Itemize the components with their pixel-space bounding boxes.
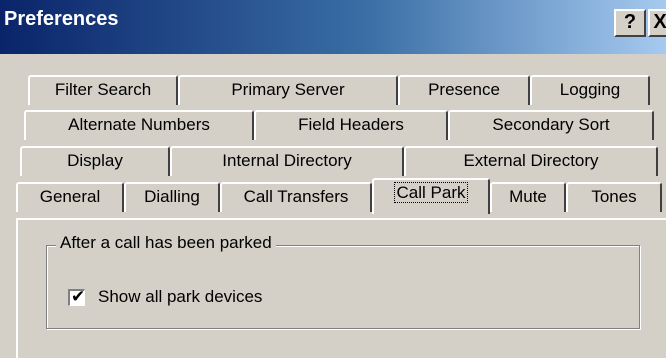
tab-tones[interactable]: Tones xyxy=(566,182,662,212)
tab-general[interactable]: General xyxy=(16,182,124,212)
tab-call-park[interactable]: Call Park xyxy=(372,178,490,214)
tab-external-directory[interactable]: External Directory xyxy=(404,146,658,176)
close-button[interactable]: X xyxy=(648,9,666,37)
tab-primary-server[interactable]: Primary Server xyxy=(178,75,398,105)
call-park-panel: After a call has been parked ✔ Show all … xyxy=(16,218,666,358)
tab-secondary-sort[interactable]: Secondary Sort xyxy=(448,110,654,140)
tab-filter-search[interactable]: Filter Search xyxy=(28,75,178,105)
help-button[interactable]: ? xyxy=(614,9,646,37)
tab-call-transfers[interactable]: Call Transfers xyxy=(220,182,372,212)
tab-display[interactable]: Display xyxy=(20,146,170,176)
show-all-park-devices-label[interactable]: Show all park devices xyxy=(98,287,262,307)
tab-mute[interactable]: Mute xyxy=(490,182,566,212)
tab-field-headers[interactable]: Field Headers xyxy=(254,110,448,140)
tab-dialling[interactable]: Dialling xyxy=(124,182,220,212)
group-title: After a call has been parked xyxy=(56,233,276,253)
window-title: Preferences xyxy=(4,8,119,30)
show-all-park-devices-checkbox[interactable]: ✔ xyxy=(68,287,86,306)
title-bar: Preferences ? X xyxy=(0,0,666,54)
tab-presence[interactable]: Presence xyxy=(398,75,530,105)
tab-alternate-numbers[interactable]: Alternate Numbers xyxy=(24,110,254,140)
tab-logging[interactable]: Logging xyxy=(530,75,650,105)
tab-internal-directory[interactable]: Internal Directory xyxy=(170,146,404,176)
checkmark-icon: ✔ xyxy=(71,287,86,306)
